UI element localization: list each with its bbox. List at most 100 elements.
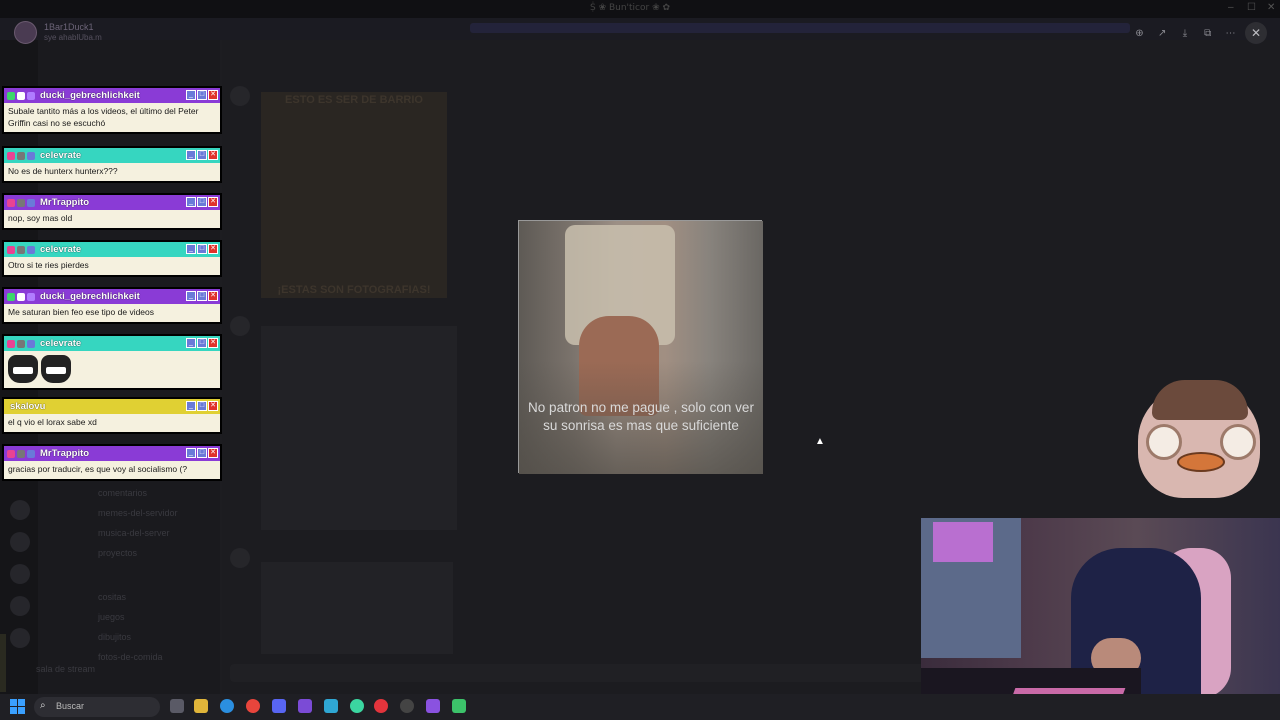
maximize-icon: □ <box>197 291 207 301</box>
server-icon[interactable] <box>10 564 30 584</box>
badge-icon <box>27 91 35 100</box>
profile-name: 1Bar1Duck1 <box>44 22 94 32</box>
close-icon: ✕ <box>208 197 218 207</box>
channel-item[interactable]: musica-del-server <box>98 528 170 538</box>
channel-item[interactable]: memes-del-servidor <box>98 508 178 518</box>
chat-message: MrTrappito _ □ ✕ nop, soy mas old <box>2 193 222 230</box>
message-avatar <box>230 86 250 106</box>
opera-icon[interactable] <box>374 699 388 713</box>
badge-icon <box>17 292 25 301</box>
windows-start-icon[interactable] <box>10 699 26 715</box>
maximize-icon: □ <box>197 90 207 100</box>
profile-status: sye ahablUba.m <box>44 33 102 42</box>
badge-icon <box>27 339 35 348</box>
chat-message-header: celevrate _ □ ✕ <box>4 336 220 351</box>
notice-strip <box>470 23 1130 33</box>
minimize-icon: _ <box>186 197 196 207</box>
meme-top-text: ESTO ES SER DE BARRIO <box>285 94 423 106</box>
channel-item[interactable]: fotos-de-comida <box>98 652 163 662</box>
chat-message-header: ducki_gebrechlichkeit _ □ ✕ <box>4 289 220 304</box>
badge-icon <box>27 245 35 254</box>
chat-message: celevrate _ □ ✕ <box>2 334 222 390</box>
chat-username: celevrate <box>40 150 82 161</box>
background-top-bar <box>0 18 1280 40</box>
chat-text: el q vio el lorax sabe xd <box>4 414 220 432</box>
twitch-icon[interactable] <box>298 699 312 713</box>
chat-message-header: ducki_gebrechlichkeit _ □ ✕ <box>4 88 220 103</box>
app-icon[interactable] <box>426 699 440 713</box>
app-icon[interactable] <box>350 699 364 713</box>
channel-item[interactable]: comentarios <box>98 488 147 498</box>
channel-item[interactable]: cositas <box>98 592 126 602</box>
server-icon[interactable] <box>10 628 30 648</box>
minimize-icon: _ <box>186 291 196 301</box>
server-icon[interactable] <box>10 596 30 616</box>
search-icon: ⌕ <box>40 700 46 711</box>
meme-bottom-text: ¡ESTAS SON FOTOGRAFIAS! <box>277 284 431 296</box>
close-icon: ✕ <box>208 150 218 160</box>
channel-item[interactable]: proyectos <box>98 548 137 558</box>
maximize-icon: □ <box>197 244 207 254</box>
cam-monitor-screen <box>933 522 993 562</box>
server-icon[interactable] <box>10 500 30 520</box>
avatar <box>14 21 37 44</box>
meme-image[interactable]: ESTO ES SER DE BARRIO ¡ESTAS SON FOTOGRA… <box>261 92 447 298</box>
badge-icon <box>7 449 15 458</box>
badge-icon <box>7 151 15 160</box>
close-window-icon[interactable]: ✕ <box>1267 2 1275 13</box>
mascot-mouth <box>1177 452 1225 472</box>
taskbar: ⌕ Buscar <box>0 694 1280 720</box>
message-avatar <box>230 316 250 336</box>
chat-text: nop, soy mas old <box>4 210 220 228</box>
download-icon[interactable]: ⤓ <box>1177 28 1194 39</box>
badge-icon <box>17 339 25 348</box>
chat-username: celevrate <box>40 244 82 255</box>
close-icon[interactable]: ✕ <box>1245 22 1267 44</box>
chat-emotes <box>4 351 220 388</box>
emote-icon <box>8 355 38 383</box>
app-icon[interactable] <box>324 699 338 713</box>
chat-message-header: skalovu _ □ ✕ <box>4 399 220 414</box>
maximize-icon: □ <box>197 401 207 411</box>
user-profile: 1Bar1Duck1 sye ahablUba.m <box>14 21 174 45</box>
channel-item[interactable]: juegos <box>98 612 125 622</box>
minimize-icon: _ <box>186 338 196 348</box>
more-icon[interactable]: ⋯ <box>1222 28 1239 39</box>
chat-message: MrTrappito _ □ ✕ gracias por traducir, es … <box>2 444 222 481</box>
chat-username: skalovu <box>10 401 46 412</box>
chat-text: No es de hunterx hunterx??? <box>4 163 220 181</box>
zoom-in-icon[interactable]: ⊕ <box>1131 28 1148 39</box>
chat-message-header: celevrate _ □ ✕ <box>4 148 220 163</box>
file-explorer-icon[interactable] <box>194 699 208 713</box>
app-icon[interactable] <box>452 699 466 713</box>
channel-item[interactable]: dibujitos <box>98 632 131 642</box>
mascot-hair <box>1152 380 1248 420</box>
mouse-cursor-icon: ▲ <box>815 436 825 447</box>
chat-message-header: celevrate _ □ ✕ <box>4 242 220 257</box>
image-caption: No patron no me pague , solo con ver su … <box>528 400 754 433</box>
video-embed[interactable] <box>261 326 457 530</box>
badge-icon <box>7 292 15 301</box>
embed-card[interactable] <box>261 562 453 654</box>
edge-icon[interactable] <box>220 699 234 713</box>
chat-text: Subale tantito más a los videos, el últi… <box>4 103 220 132</box>
close-icon: ✕ <box>208 90 218 100</box>
chat-text: gracias por traducir, es que voy al soci… <box>4 461 220 479</box>
left-edge-strip <box>0 634 6 692</box>
chrome-icon[interactable] <box>246 699 260 713</box>
minimize-icon: _ <box>186 90 196 100</box>
maximize-icon[interactable]: ☐ <box>1247 2 1256 13</box>
taskbar-search[interactable]: ⌕ Buscar <box>34 697 160 717</box>
obs-icon[interactable] <box>400 699 414 713</box>
discord-icon[interactable] <box>272 699 286 713</box>
server-icon[interactable] <box>10 532 30 552</box>
minimize-icon[interactable]: – <box>1228 2 1234 13</box>
chat-message: ducki_gebrechlichkeit _ □ ✕ Subale tantito… <box>2 86 222 134</box>
voice-label: sala de stream <box>36 664 96 674</box>
message-avatar <box>230 548 250 568</box>
mascot-overlay <box>1132 380 1262 498</box>
task-view-icon[interactable] <box>170 699 184 713</box>
open-external-icon[interactable]: ⧉ <box>1199 28 1216 39</box>
share-icon[interactable]: ↗ <box>1154 28 1171 39</box>
image-preview[interactable]: No patron no me pague , solo con ver su … <box>518 220 763 474</box>
